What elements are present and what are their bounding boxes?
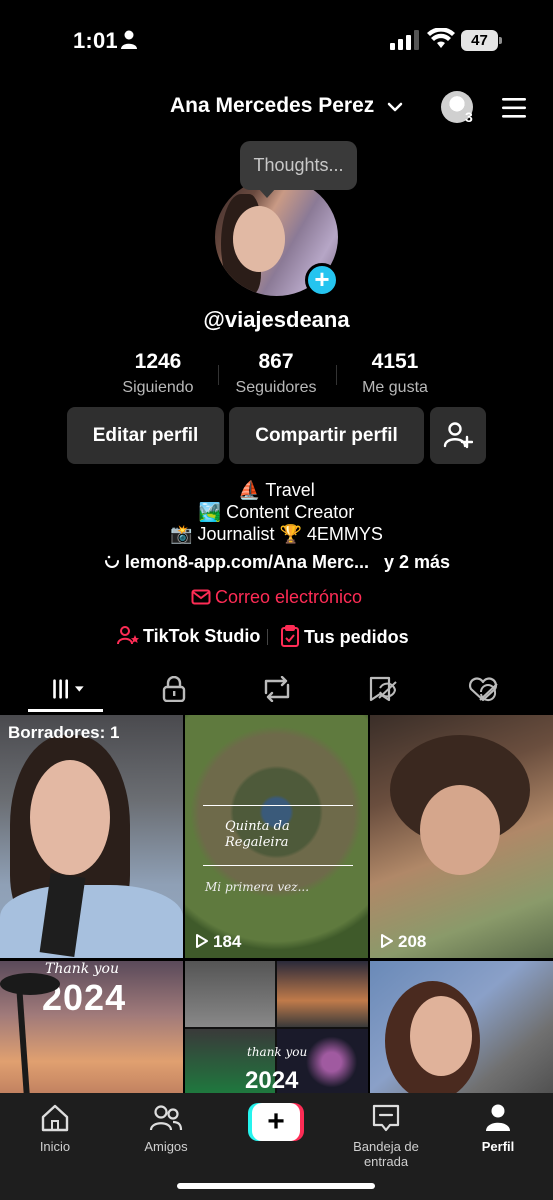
nav-label: Bandeja de entrada	[353, 1139, 419, 1169]
active-tab-indicator	[28, 709, 103, 712]
bio-link[interactable]: lemon8-app.com/Ana Merc... y 2 más	[0, 552, 553, 573]
home-indicator	[177, 1183, 375, 1189]
video-tile[interactable]	[370, 961, 553, 1095]
nav-label: Inicio	[39, 1139, 71, 1154]
video-overlay-year: 2024	[245, 1067, 299, 1094]
nav-profile[interactable]: Perfil	[443, 1103, 553, 1154]
stat-value: 4151	[371, 350, 419, 373]
nav-label: Perfil	[481, 1139, 515, 1154]
video-overlay-script: thank you	[247, 1045, 308, 1059]
profile-icon	[486, 1104, 510, 1131]
email-button[interactable]: Correo electrónico	[0, 587, 553, 608]
create-button[interactable]: +	[248, 1103, 304, 1141]
status-bar: 1:01 47	[0, 0, 553, 80]
add-person-icon	[443, 422, 474, 449]
stat-likes[interactable]: 4151 Me gusta	[349, 350, 441, 397]
profile-tabs	[0, 666, 553, 712]
friends-icon	[149, 1105, 183, 1131]
friend-requests-count: 3	[465, 109, 473, 125]
tab-reposts-icon[interactable]	[257, 676, 297, 702]
draft-video-tile[interactable]: Borradores: 1	[0, 715, 183, 958]
play-icon	[381, 934, 393, 948]
studio-label[interactable]: TikTok Studio	[143, 626, 260, 646]
play-icon	[196, 934, 208, 948]
video-tile[interactable]: thank you 2024	[185, 961, 368, 1095]
mail-icon	[191, 589, 211, 605]
profile-handle: @viajesdeana	[203, 307, 350, 332]
share-profile-button[interactable]: Compartir perfil	[229, 407, 424, 464]
studio-icon	[117, 626, 139, 645]
inbox-icon	[372, 1104, 400, 1132]
tab-videos[interactable]	[48, 676, 88, 702]
battery-icon: 47	[461, 30, 503, 52]
view-count-value: 208	[398, 932, 427, 951]
stat-label: Siguiendo	[122, 379, 194, 396]
stat-value: 1246	[134, 350, 182, 373]
bio-link-more[interactable]: y 2 más	[384, 552, 450, 572]
stat-label: Seguidores	[235, 379, 317, 396]
bio-link-url[interactable]: lemon8-app.com/Ana Merc...	[125, 552, 369, 572]
stat-value: 867	[258, 350, 294, 373]
drafts-count-label: Borradores: 1	[8, 723, 120, 742]
email-label[interactable]: Correo electrónico	[215, 587, 362, 607]
thoughts-bubble[interactable]: Thoughts...	[240, 141, 357, 190]
view-count: 184	[195, 932, 241, 952]
stat-following[interactable]: 1246 Siguiendo	[112, 350, 204, 397]
orders-label[interactable]: Tus pedidos	[304, 627, 409, 647]
edit-profile-button[interactable]: Editar perfil	[67, 407, 224, 464]
bio-line: ⛵ Travel	[238, 480, 315, 500]
video-grid: Borradores: 1 Quinta da Regaleira Mi pri…	[0, 715, 553, 1095]
tab-favorites-hidden-icon[interactable]	[361, 676, 401, 702]
hamburger-menu-icon[interactable]	[500, 96, 528, 120]
thoughts-bubble-tail	[258, 188, 276, 198]
orders-icon	[281, 625, 299, 647]
video-tile[interactable]: 208	[370, 715, 553, 958]
battery-level: 47	[461, 30, 498, 51]
wifi-icon	[427, 28, 455, 48]
video-overlay-script: Thank you	[45, 961, 120, 977]
cellular-signal-icon	[390, 30, 419, 50]
home-icon	[41, 1104, 69, 1132]
video-overlay-title: Quinta da Regaleira	[225, 819, 290, 850]
tools-divider	[267, 629, 268, 645]
video-overlay-subtitle: Mi primera vez...	[205, 880, 310, 894]
tiktok-studio-link[interactable]: TikTok Studio	[117, 625, 260, 647]
profile-header: Ana Mercedes Perez 3	[0, 86, 553, 130]
link-icon	[104, 555, 119, 568]
view-count: 208	[380, 932, 426, 952]
nav-inbox[interactable]: Bandeja de entrada	[331, 1103, 441, 1169]
profile-stats: 1246 Siguiendo 867 Seguidores 4151 Me gu…	[0, 350, 553, 400]
view-count-value: 184	[213, 932, 242, 951]
friend-requests-button[interactable]: 3	[441, 91, 477, 127]
chevron-down-icon[interactable]	[386, 98, 404, 116]
stat-followers[interactable]: 867 Seguidores	[230, 350, 322, 397]
creator-tools-row: TikTok Studio Tus pedidos	[0, 625, 553, 649]
stat-label: Me gusta	[362, 379, 428, 396]
video-tile[interactable]: Quinta da Regaleira Mi primera vez... 18…	[185, 715, 368, 958]
tab-private-lock-icon[interactable]	[154, 676, 194, 702]
nav-friends[interactable]: Amigos	[111, 1103, 221, 1154]
account-switcher[interactable]: Ana Mercedes Perez	[170, 94, 374, 118]
nav-label: Amigos	[144, 1139, 188, 1154]
tab-liked-hidden-icon[interactable]	[463, 676, 503, 702]
video-tile[interactable]: Thank you 2024	[0, 961, 183, 1095]
add-friend-button[interactable]	[430, 407, 486, 464]
orders-link[interactable]: Tus pedidos	[280, 625, 409, 648]
nav-home[interactable]: Inicio	[0, 1103, 110, 1154]
person-icon	[121, 30, 137, 49]
add-photo-button[interactable]: +	[305, 263, 339, 297]
bio-line: 🏞️ Content Creator	[198, 502, 355, 522]
status-time: 1:01	[73, 28, 118, 53]
plus-icon: +	[252, 1103, 300, 1141]
bio-line: 📸 Journalist 🏆 4EMMYS	[170, 524, 383, 544]
